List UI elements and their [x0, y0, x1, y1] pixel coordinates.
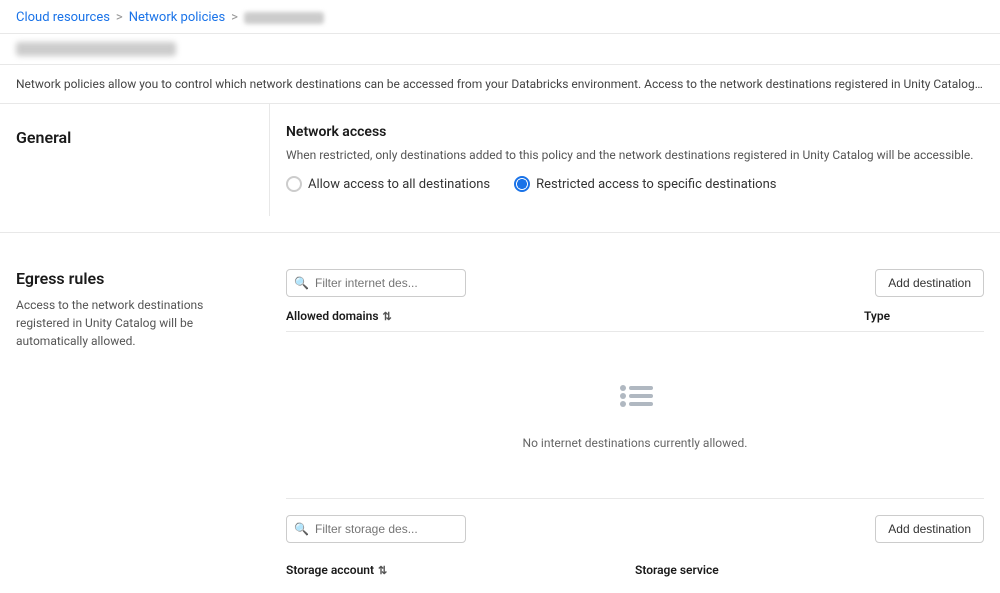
- col-storage-account-sort-icon[interactable]: ⇅: [378, 564, 387, 577]
- description-banner: Network policies allow you to control wh…: [0, 65, 1000, 104]
- egress-title: Egress rules: [16, 269, 254, 288]
- general-right-panel: Network access When restricted, only des…: [270, 104, 1000, 216]
- network-access-title: Network access: [286, 124, 984, 140]
- general-section: General Network access When restricted, …: [0, 104, 1000, 216]
- radio-allow-all-label: Allow access to all destinations: [308, 177, 490, 192]
- general-title: General: [16, 128, 253, 147]
- internet-filter-wrap: 🔍: [286, 269, 466, 297]
- breadcrumb-network-policies[interactable]: Network policies: [129, 10, 225, 25]
- col-allowed-domains-label: Allowed domains: [286, 309, 379, 323]
- breadcrumb: Cloud resources > Network policies >: [0, 0, 1000, 34]
- breadcrumb-sep-2: >: [231, 10, 238, 25]
- internet-table-header: Allowed domains ⇅ Type: [286, 309, 984, 332]
- internet-empty-state: No internet destinations currently allow…: [286, 332, 984, 490]
- general-left-panel: General: [0, 104, 270, 216]
- egress-right-panel: 🔍 Add destination Allowed domains ⇅ Type: [270, 249, 1000, 593]
- col-allowed-domains-sort-icon[interactable]: ⇅: [383, 310, 392, 323]
- col-type: Type: [864, 309, 984, 323]
- breadcrumb-current-blurred: [244, 12, 324, 24]
- storage-table-header: Storage account ⇅ Storage service: [286, 555, 984, 577]
- add-internet-destination-button[interactable]: Add destination: [875, 269, 984, 297]
- col-allowed-domains: Allowed domains ⇅: [286, 309, 864, 323]
- col-storage-account: Storage account ⇅: [286, 563, 635, 577]
- internet-filter-bar: 🔍 Add destination: [286, 269, 984, 297]
- storage-filter-input[interactable]: [286, 515, 466, 543]
- storage-filter-wrap: 🔍: [286, 515, 466, 543]
- storage-search-icon: 🔍: [294, 522, 309, 536]
- radio-restricted-label: Restricted access to specific destinatio…: [536, 177, 776, 192]
- radio-restricted-circle: [514, 176, 530, 192]
- egress-left-panel: Egress rules Access to the network desti…: [0, 249, 270, 593]
- internet-filter-input[interactable]: [286, 269, 466, 297]
- page-title-area: [0, 34, 1000, 65]
- radio-restricted[interactable]: Restricted access to specific destinatio…: [514, 176, 776, 192]
- empty-list-icon: [611, 372, 659, 424]
- egress-section: Egress rules Access to the network desti…: [0, 249, 1000, 593]
- internet-search-icon: 🔍: [294, 276, 309, 290]
- add-storage-destination-button[interactable]: Add destination: [875, 515, 984, 543]
- radio-group: Allow access to all destinations Restric…: [286, 176, 984, 192]
- storage-section: 🔍 Add destination Storage account ⇅ Stor…: [286, 498, 984, 577]
- network-access-desc: When restricted, only destinations added…: [286, 146, 984, 164]
- col-storage-service: Storage service: [635, 563, 984, 577]
- breadcrumb-sep-1: >: [116, 10, 123, 25]
- storage-filter-bar: 🔍 Add destination: [286, 515, 984, 543]
- radio-allow-all-circle: [286, 176, 302, 192]
- radio-allow-all[interactable]: Allow access to all destinations: [286, 176, 490, 192]
- page-title-blurred: [16, 42, 176, 56]
- general-divider: [0, 232, 1000, 233]
- breadcrumb-cloud-resources[interactable]: Cloud resources: [16, 10, 110, 25]
- internet-empty-text: No internet destinations currently allow…: [523, 436, 748, 450]
- egress-description: Access to the network destinations regis…: [16, 296, 254, 350]
- col-storage-account-label: Storage account: [286, 563, 374, 577]
